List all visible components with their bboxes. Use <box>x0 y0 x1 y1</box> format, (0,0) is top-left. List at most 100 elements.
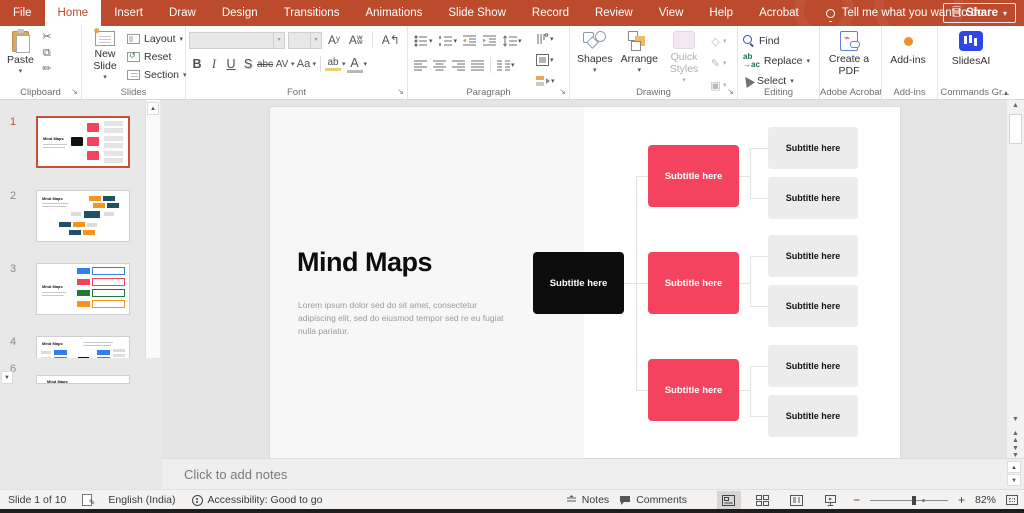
font-color-button[interactable]: A <box>346 56 363 73</box>
next-slide-button[interactable]: ▼ ▼ <box>1007 445 1024 459</box>
bold-button[interactable]: B <box>189 57 205 71</box>
shape-fill-button[interactable]: ◇ ▾ <box>706 32 730 50</box>
shapes-button[interactable]: Shapes ▾ <box>573 30 617 88</box>
find-button[interactable]: Find <box>741 32 812 50</box>
underline-button[interactable]: U <box>223 57 239 71</box>
zoom-slider[interactable] <box>869 495 948 505</box>
tab-design[interactable]: Design <box>209 0 271 26</box>
spell-check-icon[interactable] <box>82 494 95 507</box>
mindmap-leaf-node[interactable]: Subtitle here <box>768 285 858 327</box>
decrease-indent-button[interactable] <box>460 32 480 50</box>
tab-slide-show[interactable]: Slide Show <box>435 0 519 26</box>
language-indicator[interactable]: English (India) <box>108 494 175 506</box>
numbering-button[interactable]: ▾ <box>436 32 461 50</box>
chevron-down-icon[interactable]: ▾ <box>291 60 295 68</box>
mindmap-leaf-node[interactable]: Subtitle here <box>768 345 858 387</box>
slide-show-button[interactable] <box>819 491 843 509</box>
notes-toggle[interactable]: Notes <box>566 494 609 506</box>
copy-icon[interactable]: ⧉ <box>40 46 54 60</box>
slide-title[interactable]: Mind Maps <box>297 247 433 278</box>
bullets-button[interactable]: ▾ <box>411 32 436 50</box>
mindmap-leaf-node[interactable]: Subtitle here <box>768 395 858 437</box>
comments-toggle[interactable]: Comments <box>619 494 687 506</box>
notes-scrollbar[interactable]: ▲ ▼ <box>1007 461 1023 488</box>
text-shadow-button[interactable]: S <box>240 57 256 71</box>
quick-styles-button[interactable]: Quick Styles ▾ <box>662 30 706 88</box>
normal-view-button[interactable] <box>716 491 741 509</box>
notes-placeholder[interactable]: Click to add notes <box>184 467 287 482</box>
accessibility-status[interactable]: Accessibility: Good to go <box>191 494 323 506</box>
thumbnail-slide-3[interactable]: 3 Mind Maps <box>0 263 140 319</box>
clear-formatting-button[interactable]: A↰ <box>379 31 403 49</box>
text-direction-button[interactable]: ▾ <box>533 30 558 48</box>
scroll-down-arrow-icon[interactable]: ▼ <box>1007 416 1024 423</box>
line-spacing-button[interactable]: ▾ <box>500 32 525 50</box>
highlight-color-button[interactable]: ab <box>325 57 342 71</box>
replace-button[interactable]: ab →ac Replace ▾ <box>741 52 812 70</box>
decrease-font-size-button[interactable]: Aʬ <box>346 31 366 49</box>
chevron-down-icon[interactable]: ▾ <box>364 60 368 68</box>
columns-button[interactable]: ▾ <box>494 56 518 74</box>
zoom-slider-thumb[interactable] <box>911 495 916 505</box>
zoom-out-button[interactable]: − <box>853 493 860 507</box>
chevron-down-icon[interactable]: ▾ <box>273 32 284 48</box>
tab-record[interactable]: Record <box>519 0 582 26</box>
paragraph-dialog-launcher[interactable]: ↘ <box>557 87 567 97</box>
thumbnail-slide-6[interactable]: 6 Mind Maps <box>0 358 140 389</box>
share-button[interactable]: 🗏 Share ▾ <box>943 3 1016 23</box>
section-button[interactable]: Section ▾ <box>125 66 189 84</box>
slidesai-button[interactable]: SlidesAI <box>941 30 1001 88</box>
add-ins-button[interactable]: Add-ins <box>885 30 931 88</box>
cut-icon[interactable]: ✂ <box>40 30 54 44</box>
slide-body-text[interactable]: Lorem ipsum dolor sed do sit amet, conse… <box>298 299 504 339</box>
strikethrough-button[interactable]: abc <box>257 59 273 70</box>
tab-home[interactable]: Home <box>44 0 102 26</box>
slide-sorter-view-button[interactable] <box>751 491 775 509</box>
scroll-up-arrow-icon[interactable]: ▲ <box>147 102 159 115</box>
chevron-down-icon[interactable]: ▾ <box>313 60 317 68</box>
align-text-button[interactable]: ▾ <box>533 51 558 69</box>
paste-button[interactable]: Paste ▾ <box>3 29 38 88</box>
tab-file[interactable]: File <box>0 0 45 26</box>
scrollbar-thumb[interactable] <box>1009 114 1022 144</box>
increase-indent-button[interactable] <box>480 32 500 50</box>
scroll-down-arrow-icon[interactable]: ▼ <box>1007 474 1021 486</box>
mindmap-root-node[interactable]: Subtitle here <box>533 252 624 314</box>
tab-insert[interactable]: Insert <box>101 0 156 26</box>
tab-draw[interactable]: Draw <box>156 0 209 26</box>
justify-button[interactable] <box>468 56 487 74</box>
mindmap-leaf-node[interactable]: Subtitle here <box>768 177 858 219</box>
change-case-button[interactable]: Aa <box>296 58 312 70</box>
mindmap-branch-node[interactable]: Subtitle here <box>648 359 739 421</box>
clipboard-dialog-launcher[interactable]: ↘ <box>69 87 79 97</box>
scroll-down-arrow-icon[interactable]: ▼ <box>1 371 13 384</box>
mindmap-leaf-node[interactable]: Subtitle here <box>768 235 858 277</box>
align-left-button[interactable] <box>411 56 430 74</box>
mindmap-leaf-node[interactable]: Subtitle here <box>768 127 858 169</box>
increase-font-size-button[interactable]: Aʸ <box>325 31 343 49</box>
mindmap-branch-node[interactable]: Subtitle here <box>648 252 739 314</box>
chevron-down-icon[interactable]: ▾ <box>310 32 321 48</box>
create-pdf-button[interactable]: Create a PDF <box>823 30 875 88</box>
tab-acrobat[interactable]: Acrobat <box>746 0 812 26</box>
format-painter-icon[interactable]: ✏ <box>40 62 54 76</box>
font-name-combo[interactable]: ▾ <box>189 31 285 49</box>
fit-slide-to-window-button[interactable] <box>1006 495 1018 505</box>
font-size-combo[interactable]: ▾ <box>288 31 322 49</box>
scroll-up-arrow-icon[interactable]: ▲ <box>1007 102 1024 109</box>
previous-slide-button[interactable]: ▲ ▲ <box>1007 430 1024 444</box>
font-dialog-launcher[interactable]: ↘ <box>395 87 405 97</box>
drawing-dialog-launcher[interactable]: ↘ <box>725 87 735 97</box>
notes-pane[interactable]: Click to add notes ▲ ▼ <box>162 458 1024 489</box>
align-center-button[interactable] <box>430 56 449 74</box>
thumbnail-slide-1[interactable]: 1 Mind Maps <box>0 116 140 172</box>
tab-review[interactable]: Review <box>582 0 646 26</box>
collapse-ribbon-button[interactable]: ▴ <box>1004 88 1008 97</box>
scroll-up-arrow-icon[interactable]: ▲ <box>1007 461 1021 473</box>
arrange-button[interactable]: Arrange ▾ <box>617 30 662 88</box>
thumbnail-slide-2[interactable]: 2 Mind Maps <box>0 190 140 246</box>
zoom-level[interactable]: 82% <box>975 494 996 506</box>
align-right-button[interactable] <box>449 56 468 74</box>
italic-button[interactable]: I <box>206 57 222 72</box>
character-spacing-button[interactable]: AV <box>274 59 290 70</box>
